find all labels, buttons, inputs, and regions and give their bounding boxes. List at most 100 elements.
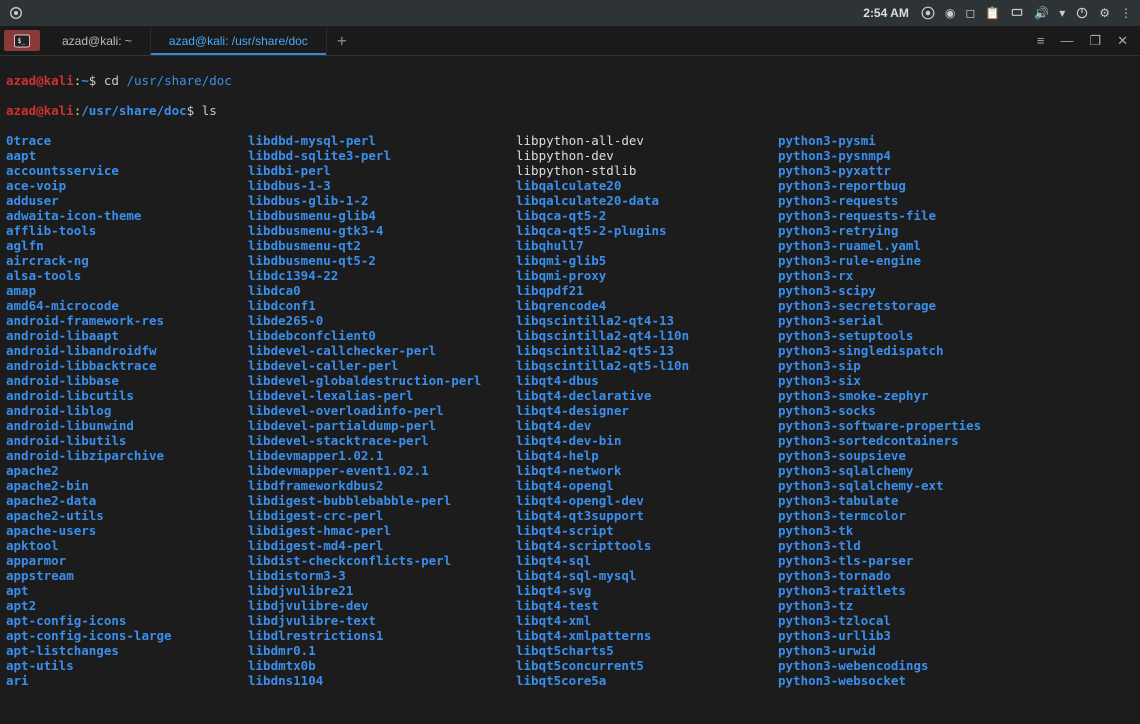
dir-entry: python3-webencodings	[778, 658, 981, 673]
settings-icon[interactable]: ⚙	[1099, 6, 1110, 20]
dir-entry: python3-rx	[778, 268, 981, 283]
dir-entry: libqt4-sql-mysql	[516, 568, 778, 583]
dir-entry: libqmi-glib5	[516, 253, 778, 268]
dir-entry: python3-tornado	[778, 568, 981, 583]
dir-entry: python3-tzlocal	[778, 613, 981, 628]
power-icon[interactable]	[1075, 6, 1089, 20]
dir-entry: libqalculate20	[516, 178, 778, 193]
dir-entry: libdca0	[248, 283, 516, 298]
dir-entry: libdbusmenu-gtk3-4	[248, 223, 516, 238]
dir-entry: android-libunwind	[6, 418, 248, 433]
terminal-viewport[interactable]: azad@kali:~$ cd /usr/share/doc azad@kali…	[0, 56, 1140, 724]
dir-entry: apparmor	[6, 553, 248, 568]
dir-entry: apktool	[6, 538, 248, 553]
terminal-launcher-icon[interactable]: $_	[4, 30, 40, 51]
dir-entry: libdigest-bubblebabble-perl	[248, 493, 516, 508]
workspace-icon[interactable]: ◻	[965, 6, 975, 20]
minimize-button[interactable]: —	[1060, 33, 1073, 48]
tab-doc[interactable]: azad@kali: /usr/share/doc	[151, 26, 327, 55]
dir-entry: python3-retrying	[778, 223, 981, 238]
dir-entry: python3-pysmi	[778, 133, 981, 148]
dir-entry: apache2-utils	[6, 508, 248, 523]
dir-entry: afflib-tools	[6, 223, 248, 238]
dir-entry: libdigest-crc-perl	[248, 508, 516, 523]
window-controls: ≡ — ❐ ✕	[1037, 26, 1140, 55]
dir-entry: python3-six	[778, 373, 981, 388]
dir-entry: libde265-0	[248, 313, 516, 328]
dir-entry: libdebconfclient0	[248, 328, 516, 343]
dir-entry: libqalculate20-data	[516, 193, 778, 208]
dir-entry: libqca-qt5-2	[516, 208, 778, 223]
dir-entry: libqscintilla2-qt5-l10n	[516, 358, 778, 373]
dir-entry: accountsservice	[6, 163, 248, 178]
tab-home[interactable]: azad@kali: ~	[44, 26, 151, 55]
clock[interactable]: 2:54 AM	[863, 6, 909, 20]
prompt-user: azad@kali	[6, 73, 74, 88]
dir-entry: libdmr0.1	[248, 643, 516, 658]
dir-entry: python3-pysnmp4	[778, 148, 981, 163]
dir-entry: libqt4-qt3support	[516, 508, 778, 523]
dir-entry: apt-utils	[6, 658, 248, 673]
dir-entry: libdist-checkconflicts-perl	[248, 553, 516, 568]
dir-entry: apache2-bin	[6, 478, 248, 493]
tab-bar: $_ azad@kali: ~ azad@kali: /usr/share/do…	[0, 26, 1140, 56]
dir-entry: libdjvulibre21	[248, 583, 516, 598]
close-button[interactable]: ✕	[1117, 33, 1128, 49]
dir-entry: python3-requests	[778, 193, 981, 208]
dir-entry: amap	[6, 283, 248, 298]
hamburger-menu-icon[interactable]: ≡	[1037, 33, 1045, 48]
dir-entry: libdevel-overloadinfo-perl	[248, 403, 516, 418]
dir-entry: ace-voip	[6, 178, 248, 193]
dir-entry: libqt4-opengl-dev	[516, 493, 778, 508]
listing-col-3: libpython-all-devlibpython-devlibpython-…	[516, 133, 778, 688]
dir-entry: libqscintilla2-qt4-13	[516, 313, 778, 328]
dir-entry: apt-listchanges	[6, 643, 248, 658]
volume-icon[interactable]: 🔊	[1034, 6, 1049, 20]
dir-entry: python3-software-properties	[778, 418, 981, 433]
dir-entry: libqca-qt5-2-plugins	[516, 223, 778, 238]
dir-entry: libqt5charts5	[516, 643, 778, 658]
menu-dots-icon[interactable]: ⋮	[1120, 6, 1132, 20]
command-text: cd	[104, 73, 127, 88]
dir-entry: python3-smoke-zephyr	[778, 388, 981, 403]
dir-entry: android-libandroidfw	[6, 343, 248, 358]
command-text: ls	[202, 103, 217, 118]
dir-entry: amd64-microcode	[6, 298, 248, 313]
maximize-button[interactable]: ❐	[1089, 33, 1101, 49]
clipboard-icon[interactable]: 📋	[985, 6, 1000, 20]
dir-entry: python3-tld	[778, 538, 981, 553]
dir-entry: libqt5concurrent5	[516, 658, 778, 673]
dir-entry: libdigest-hmac-perl	[248, 523, 516, 538]
svg-text:$_: $_	[17, 37, 25, 45]
activities-icon[interactable]	[8, 5, 38, 21]
dir-entry: libqt4-network	[516, 463, 778, 478]
record-icon[interactable]: ◉	[945, 6, 955, 20]
ls-output: 0traceaaptaccountsserviceace-voipadduser…	[6, 133, 1134, 688]
dir-entry: apt	[6, 583, 248, 598]
dir-entry: python3-rule-engine	[778, 253, 981, 268]
new-tab-button[interactable]: +	[327, 26, 357, 55]
dir-entry: python3-sqlalchemy	[778, 463, 981, 478]
dir-entry: android-framework-res	[6, 313, 248, 328]
dir-entry: libdconf1	[248, 298, 516, 313]
dir-entry: libqt4-sql	[516, 553, 778, 568]
dir-entry: libdframeworkdbus2	[248, 478, 516, 493]
dir-entry: libdc1394-22	[248, 268, 516, 283]
dir-entry: ari	[6, 673, 248, 688]
system-topbar: 2:54 AM ◉ ◻ 📋 🔊 ▾ ⚙ ⋮	[0, 0, 1140, 26]
system-tray: ◉ ◻ 📋 🔊 ▾ ⚙ ⋮	[921, 6, 1132, 20]
dir-entry: libqt4-help	[516, 448, 778, 463]
dir-entry: libqpdf21	[516, 283, 778, 298]
dir-entry: libqt4-declarative	[516, 388, 778, 403]
chevron-down-icon[interactable]: ▾	[1059, 6, 1065, 20]
dir-entry: python3-serial	[778, 313, 981, 328]
dir-entry: python3-scipy	[778, 283, 981, 298]
dir-entry: python3-pyxattr	[778, 163, 981, 178]
dir-entry: apache2	[6, 463, 248, 478]
network-icon[interactable]	[1010, 6, 1024, 20]
dir-entry: libdbi-perl	[248, 163, 516, 178]
chrome-icon[interactable]	[921, 6, 935, 20]
dir-entry: libdigest-md4-perl	[248, 538, 516, 553]
terminal-window: $_ azad@kali: ~ azad@kali: /usr/share/do…	[0, 26, 1140, 724]
dir-entry: android-libbacktrace	[6, 358, 248, 373]
